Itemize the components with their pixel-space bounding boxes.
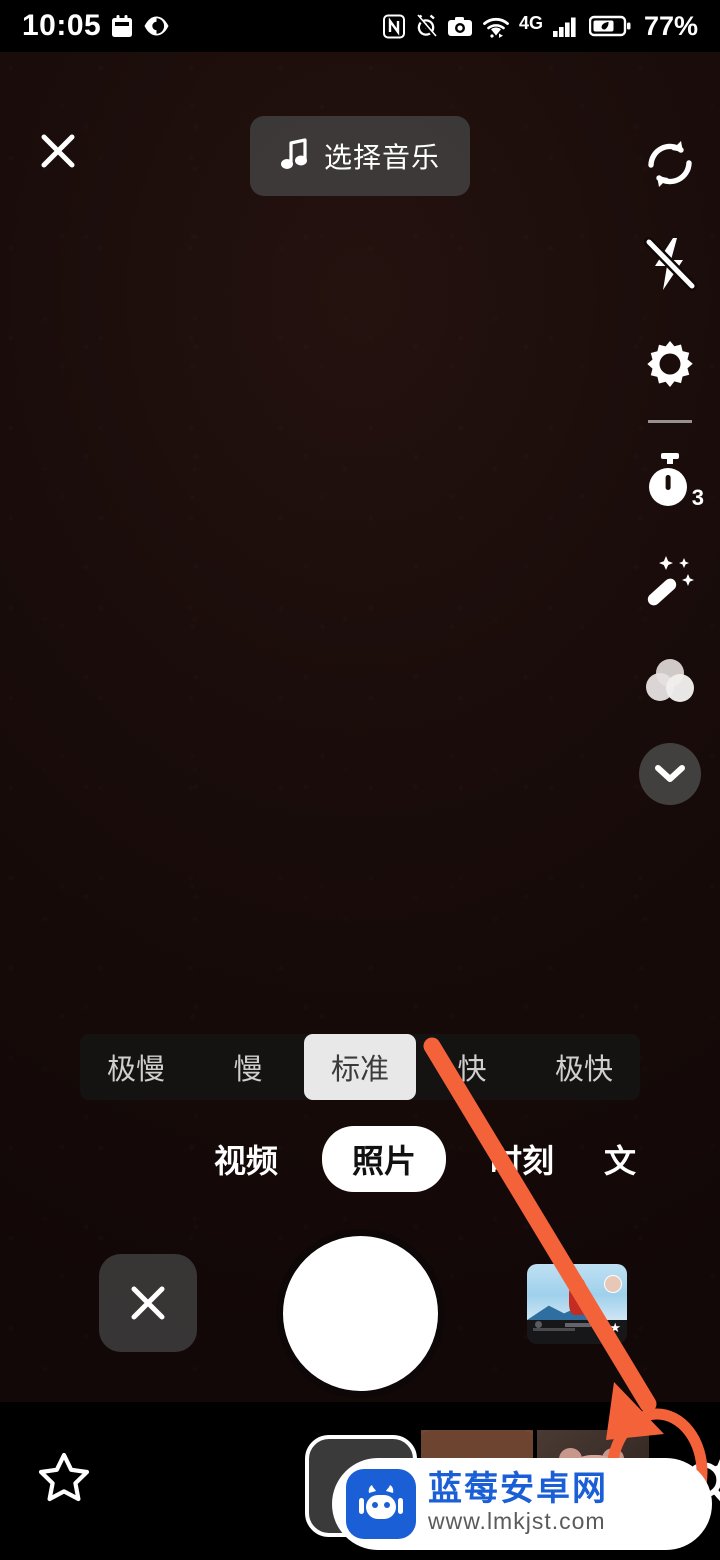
- alarm-muted-icon: [414, 13, 438, 39]
- music-note-icon: [280, 137, 310, 176]
- chevron-down-icon: [655, 765, 685, 782]
- flip-camera-icon: [648, 141, 692, 187]
- battery-saver-icon: [588, 15, 631, 37]
- flip-camera-button[interactable]: [620, 114, 720, 214]
- settings-gear-icon: [647, 341, 693, 387]
- capture-mode-tabs[interactable]: 视频 照片 时刻 文: [0, 1126, 720, 1192]
- thumb-star-icon: ★: [609, 1320, 621, 1336]
- close-camera-button[interactable]: [33, 126, 83, 176]
- favorites-button[interactable]: [36, 1450, 92, 1506]
- watermark-site-name: 蓝莓安卓网: [428, 1470, 608, 1509]
- collapse-tools-button[interactable]: [639, 743, 701, 805]
- close-icon: [131, 1286, 165, 1320]
- camera-viewfinder[interactable]: 选择音乐 3: [0, 52, 720, 1402]
- status-bar-right: 4G 77%: [382, 10, 698, 42]
- tab-moment[interactable]: 时刻: [484, 1128, 560, 1190]
- network-type-label: 4G: [518, 12, 543, 33]
- calendar-icon: [110, 14, 134, 39]
- battery-percent: 77%: [643, 10, 698, 41]
- beauty-button[interactable]: [620, 531, 720, 631]
- filter-circles-icon: [646, 659, 694, 702]
- select-music-label: 选择音乐: [323, 142, 440, 173]
- star-outline-icon: [38, 1452, 90, 1502]
- viewfinder-noise: [0, 52, 720, 1402]
- site-watermark: 蓝莓安卓网 www.lmkjst.com: [332, 1458, 712, 1550]
- speed-selector[interactable]: 极慢 慢 标准 快 极快: [80, 1034, 640, 1100]
- status-bar-left: 10:05: [22, 9, 170, 43]
- wifi-icon: [482, 15, 510, 38]
- tab-video[interactable]: 视频: [208, 1128, 284, 1190]
- watermark-url: www.lmkjst.com: [428, 1508, 606, 1535]
- rail-divider: [648, 420, 692, 423]
- camera-icon: [447, 16, 473, 37]
- filters-button[interactable]: [620, 631, 720, 731]
- thumb-title-bar: [533, 1328, 575, 1332]
- tab-text[interactable]: 文: [598, 1128, 642, 1190]
- shutter-button[interactable]: [283, 1236, 438, 1391]
- speed-option-fast[interactable]: 快: [416, 1034, 528, 1100]
- thumb-caption-bar: [565, 1323, 591, 1328]
- eye-comfort-icon: [143, 15, 170, 37]
- camera-tools-rail: 3: [620, 114, 720, 805]
- select-music-button[interactable]: 选择音乐: [250, 116, 470, 196]
- timer-button[interactable]: 3: [620, 431, 720, 531]
- watermark-logo-icon: [346, 1469, 416, 1539]
- speed-option-very-slow[interactable]: 极慢: [80, 1034, 192, 1100]
- thumb-dot: [535, 1321, 542, 1328]
- speed-option-slow[interactable]: 慢: [192, 1034, 304, 1100]
- nfc-icon: [382, 14, 405, 39]
- cancel-button[interactable]: [99, 1254, 197, 1352]
- status-time: 10:05: [22, 9, 102, 42]
- timer-count-badge: 3: [691, 485, 704, 510]
- close-icon: [41, 134, 75, 168]
- signal-bars-icon: [552, 15, 580, 38]
- speed-option-very-fast[interactable]: 极快: [528, 1034, 640, 1100]
- flash-off-icon: [644, 237, 697, 291]
- tab-photo[interactable]: 照片: [322, 1126, 447, 1192]
- capture-controls: ★: [0, 1236, 720, 1391]
- timer-icon: [649, 453, 687, 506]
- camera-settings-button[interactable]: [620, 314, 720, 414]
- gallery-thumbnail[interactable]: ★: [527, 1264, 627, 1344]
- speed-option-standard[interactable]: 标准: [304, 1034, 416, 1100]
- beauty-wand-icon: [647, 556, 694, 606]
- flash-off-button[interactable]: [620, 214, 720, 314]
- thumb-figure: [569, 1276, 587, 1316]
- watermark-text: 蓝莓安卓网 www.lmkjst.com: [428, 1472, 608, 1535]
- status-bar: 10:05 4G 77%: [0, 0, 720, 52]
